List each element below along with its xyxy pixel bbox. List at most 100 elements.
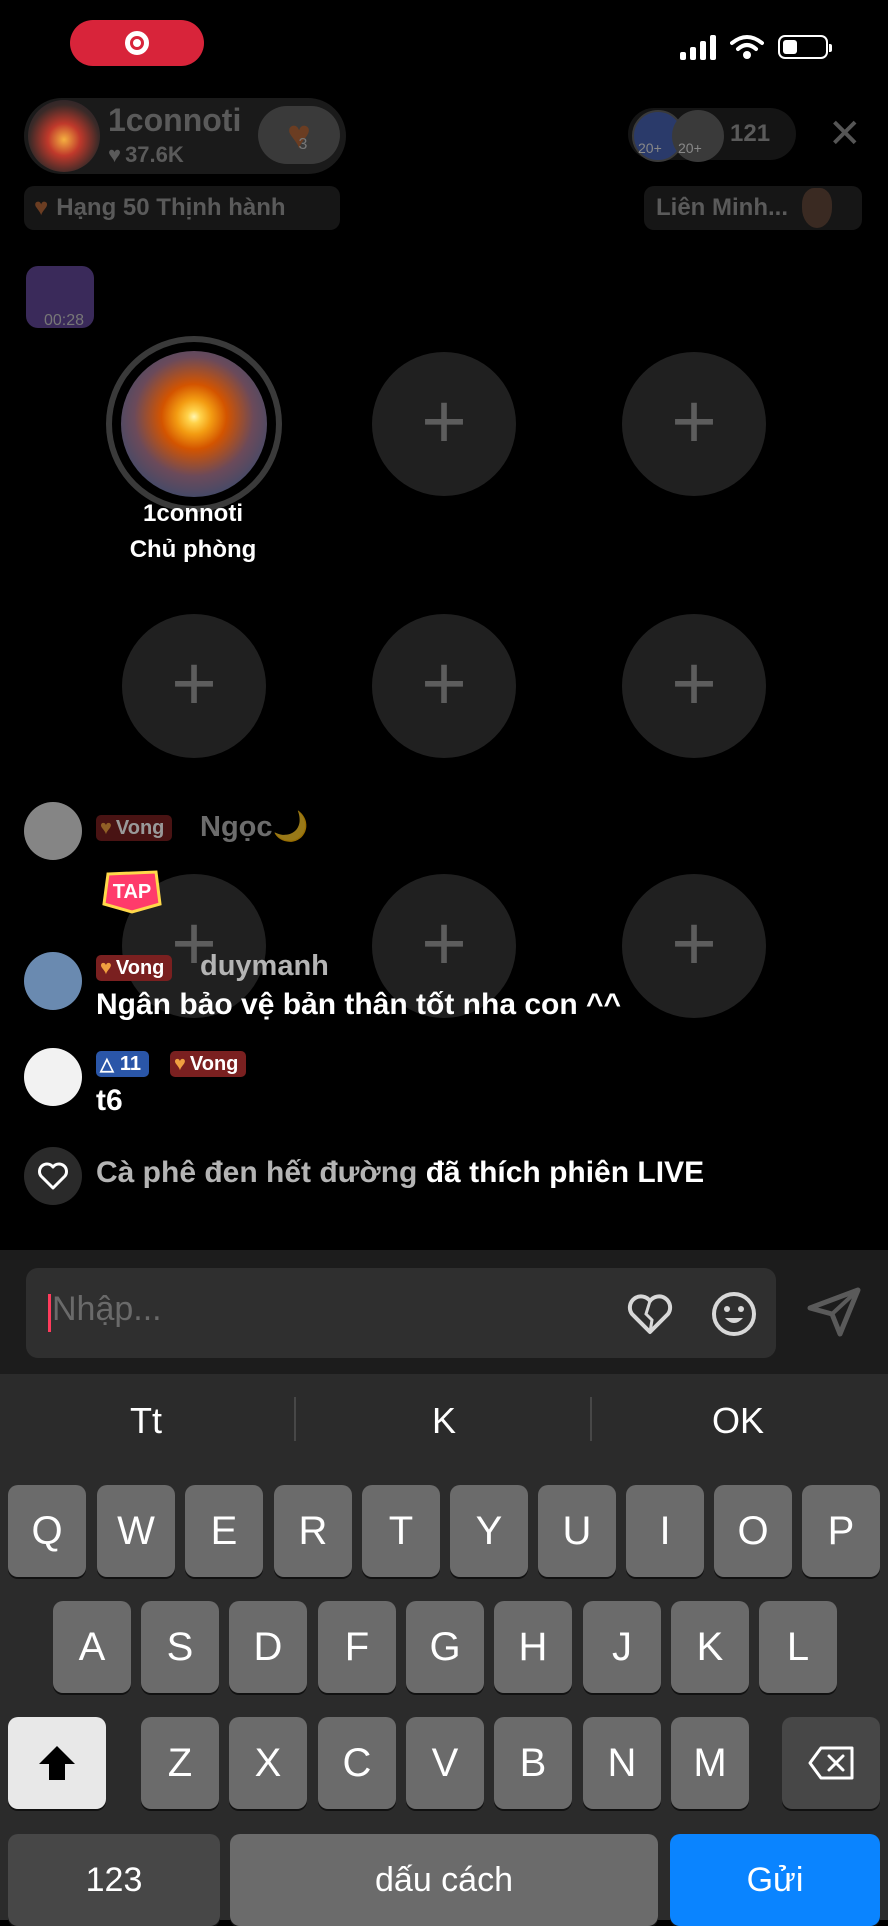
comment-username[interactable]: duymanh: [200, 950, 329, 983]
key-b[interactable]: B: [494, 1717, 572, 1809]
vong-badge: ♥ Vong: [96, 815, 173, 841]
like-event-action: đã thích phiên LIVE: [425, 1156, 705, 1189]
suggestion-3[interactable]: OK: [638, 1400, 838, 1442]
status-icons: [680, 34, 832, 60]
numbers-key[interactable]: 123: [8, 1834, 220, 1926]
follow-button[interactable]: ♥ 3: [258, 106, 340, 164]
heart-icon: ♥: [108, 142, 122, 167]
gift-timer: 00:28: [44, 312, 85, 329]
tap-label: TAP: [113, 881, 152, 903]
key-y[interactable]: Y: [450, 1485, 528, 1577]
host-likes-count: 37.6K: [125, 142, 184, 167]
key-p[interactable]: P: [802, 1485, 880, 1577]
host-seat-name: 1connoti: [143, 500, 243, 527]
empty-seat[interactable]: +: [372, 352, 516, 496]
key-a[interactable]: A: [53, 1601, 131, 1693]
key-l[interactable]: L: [759, 1601, 837, 1693]
key-c[interactable]: C: [318, 1717, 396, 1809]
battery-icon: [778, 35, 832, 59]
plus-icon: +: [421, 377, 467, 465]
plus-icon: +: [421, 639, 467, 727]
key-u[interactable]: U: [538, 1485, 616, 1577]
send-icon[interactable]: [806, 1286, 862, 1338]
key-t[interactable]: T: [362, 1485, 440, 1577]
close-icon[interactable]: ✕: [828, 114, 862, 154]
suggestion-2[interactable]: K: [344, 1400, 544, 1442]
key-n[interactable]: N: [583, 1717, 661, 1809]
plus-icon: +: [171, 639, 217, 727]
screen-record-indicator[interactable]: [70, 20, 204, 66]
empty-seat[interactable]: +: [372, 614, 516, 758]
send-key[interactable]: Gửi: [670, 1834, 880, 1926]
empty-seat[interactable]: +: [622, 352, 766, 496]
wifi-icon: [730, 35, 764, 59]
comment-username[interactable]: Ngọc🌙: [200, 810, 309, 844]
suggestion-1[interactable]: Tt: [46, 1400, 246, 1442]
suggestion-divider: [590, 1397, 592, 1441]
key-v[interactable]: V: [406, 1717, 484, 1809]
key-j[interactable]: J: [583, 1601, 661, 1693]
key-x[interactable]: X: [229, 1717, 307, 1809]
follow-count: 3: [298, 136, 308, 154]
level-badge: △ 11: [96, 1051, 149, 1077]
empty-seat[interactable]: +: [122, 614, 266, 758]
key-d[interactable]: D: [229, 1601, 307, 1693]
shift-key[interactable]: [8, 1717, 106, 1809]
key-e[interactable]: E: [185, 1485, 263, 1577]
key-k[interactable]: K: [671, 1601, 749, 1693]
key-r[interactable]: R: [274, 1485, 352, 1577]
plus-icon: +: [671, 899, 717, 987]
host-avatar[interactable]: [28, 100, 100, 172]
heart-outline-icon: [38, 1162, 68, 1190]
like-event: Cà phê đen hết đường đã thích phiên LIVE: [96, 1156, 704, 1190]
emoji-icon[interactable]: [710, 1290, 758, 1338]
empty-seat[interactable]: +: [622, 614, 766, 758]
comment-avatar[interactable]: [24, 1048, 82, 1106]
host-seat-avatar: [121, 351, 267, 497]
rank-badge[interactable]: ♥ Hạng 50 Thịnh hành: [24, 186, 340, 230]
game-tag[interactable]: Liên Minh...: [644, 186, 862, 230]
key-w[interactable]: W: [97, 1485, 175, 1577]
viewer-avatar[interactable]: 20+: [672, 110, 724, 162]
vong-badge: ♥ Vong: [96, 955, 173, 981]
like-event-icon: [24, 1147, 82, 1205]
comment-avatar[interactable]: [24, 952, 82, 1010]
key-m[interactable]: M: [671, 1717, 749, 1809]
signal-icon: [680, 34, 716, 60]
host-seat[interactable]: [106, 336, 282, 512]
level-icon: △: [100, 1053, 114, 1074]
key-g[interactable]: G: [406, 1601, 484, 1693]
comment-input-placeholder: Nhập...: [52, 1290, 162, 1328]
host-name: 1connoti: [108, 102, 242, 138]
key-s[interactable]: S: [141, 1601, 219, 1693]
vong-badge: ♥ Vong: [170, 1051, 247, 1077]
plus-icon: +: [421, 899, 467, 987]
viewer-badge: 20+: [638, 140, 662, 156]
like-event-user[interactable]: Cà phê đen hết đường: [96, 1156, 417, 1189]
game-icon: [802, 188, 832, 228]
tap-sticker: TAP: [102, 870, 162, 914]
key-o[interactable]: O: [714, 1485, 792, 1577]
rank-label: Hạng 50 Thịnh hành: [56, 194, 286, 221]
shift-icon: [39, 1746, 75, 1780]
game-label: Liên Minh...: [656, 194, 788, 221]
key-i[interactable]: I: [626, 1485, 704, 1577]
comment-avatar[interactable]: [24, 802, 82, 860]
key-z[interactable]: Z: [141, 1717, 219, 1809]
heart-icon: ♥: [100, 957, 112, 979]
backspace-key[interactable]: [782, 1717, 880, 1809]
heart-split-icon[interactable]: [626, 1292, 674, 1336]
plus-icon: +: [671, 377, 717, 465]
backspace-icon: [808, 1746, 854, 1780]
host-seat-role: Chủ phòng: [129, 536, 257, 563]
comment-text: t6: [96, 1084, 123, 1117]
heart-icon: ♥: [100, 817, 112, 839]
key-h[interactable]: H: [494, 1601, 572, 1693]
key-q[interactable]: Q: [8, 1485, 86, 1577]
empty-seat[interactable]: +: [622, 874, 766, 1018]
space-key[interactable]: dấu cách: [230, 1834, 658, 1926]
suggestion-divider: [294, 1397, 296, 1441]
viewer-count[interactable]: 121: [730, 120, 770, 148]
key-f[interactable]: F: [318, 1601, 396, 1693]
heart-icon: ♥: [34, 194, 49, 221]
